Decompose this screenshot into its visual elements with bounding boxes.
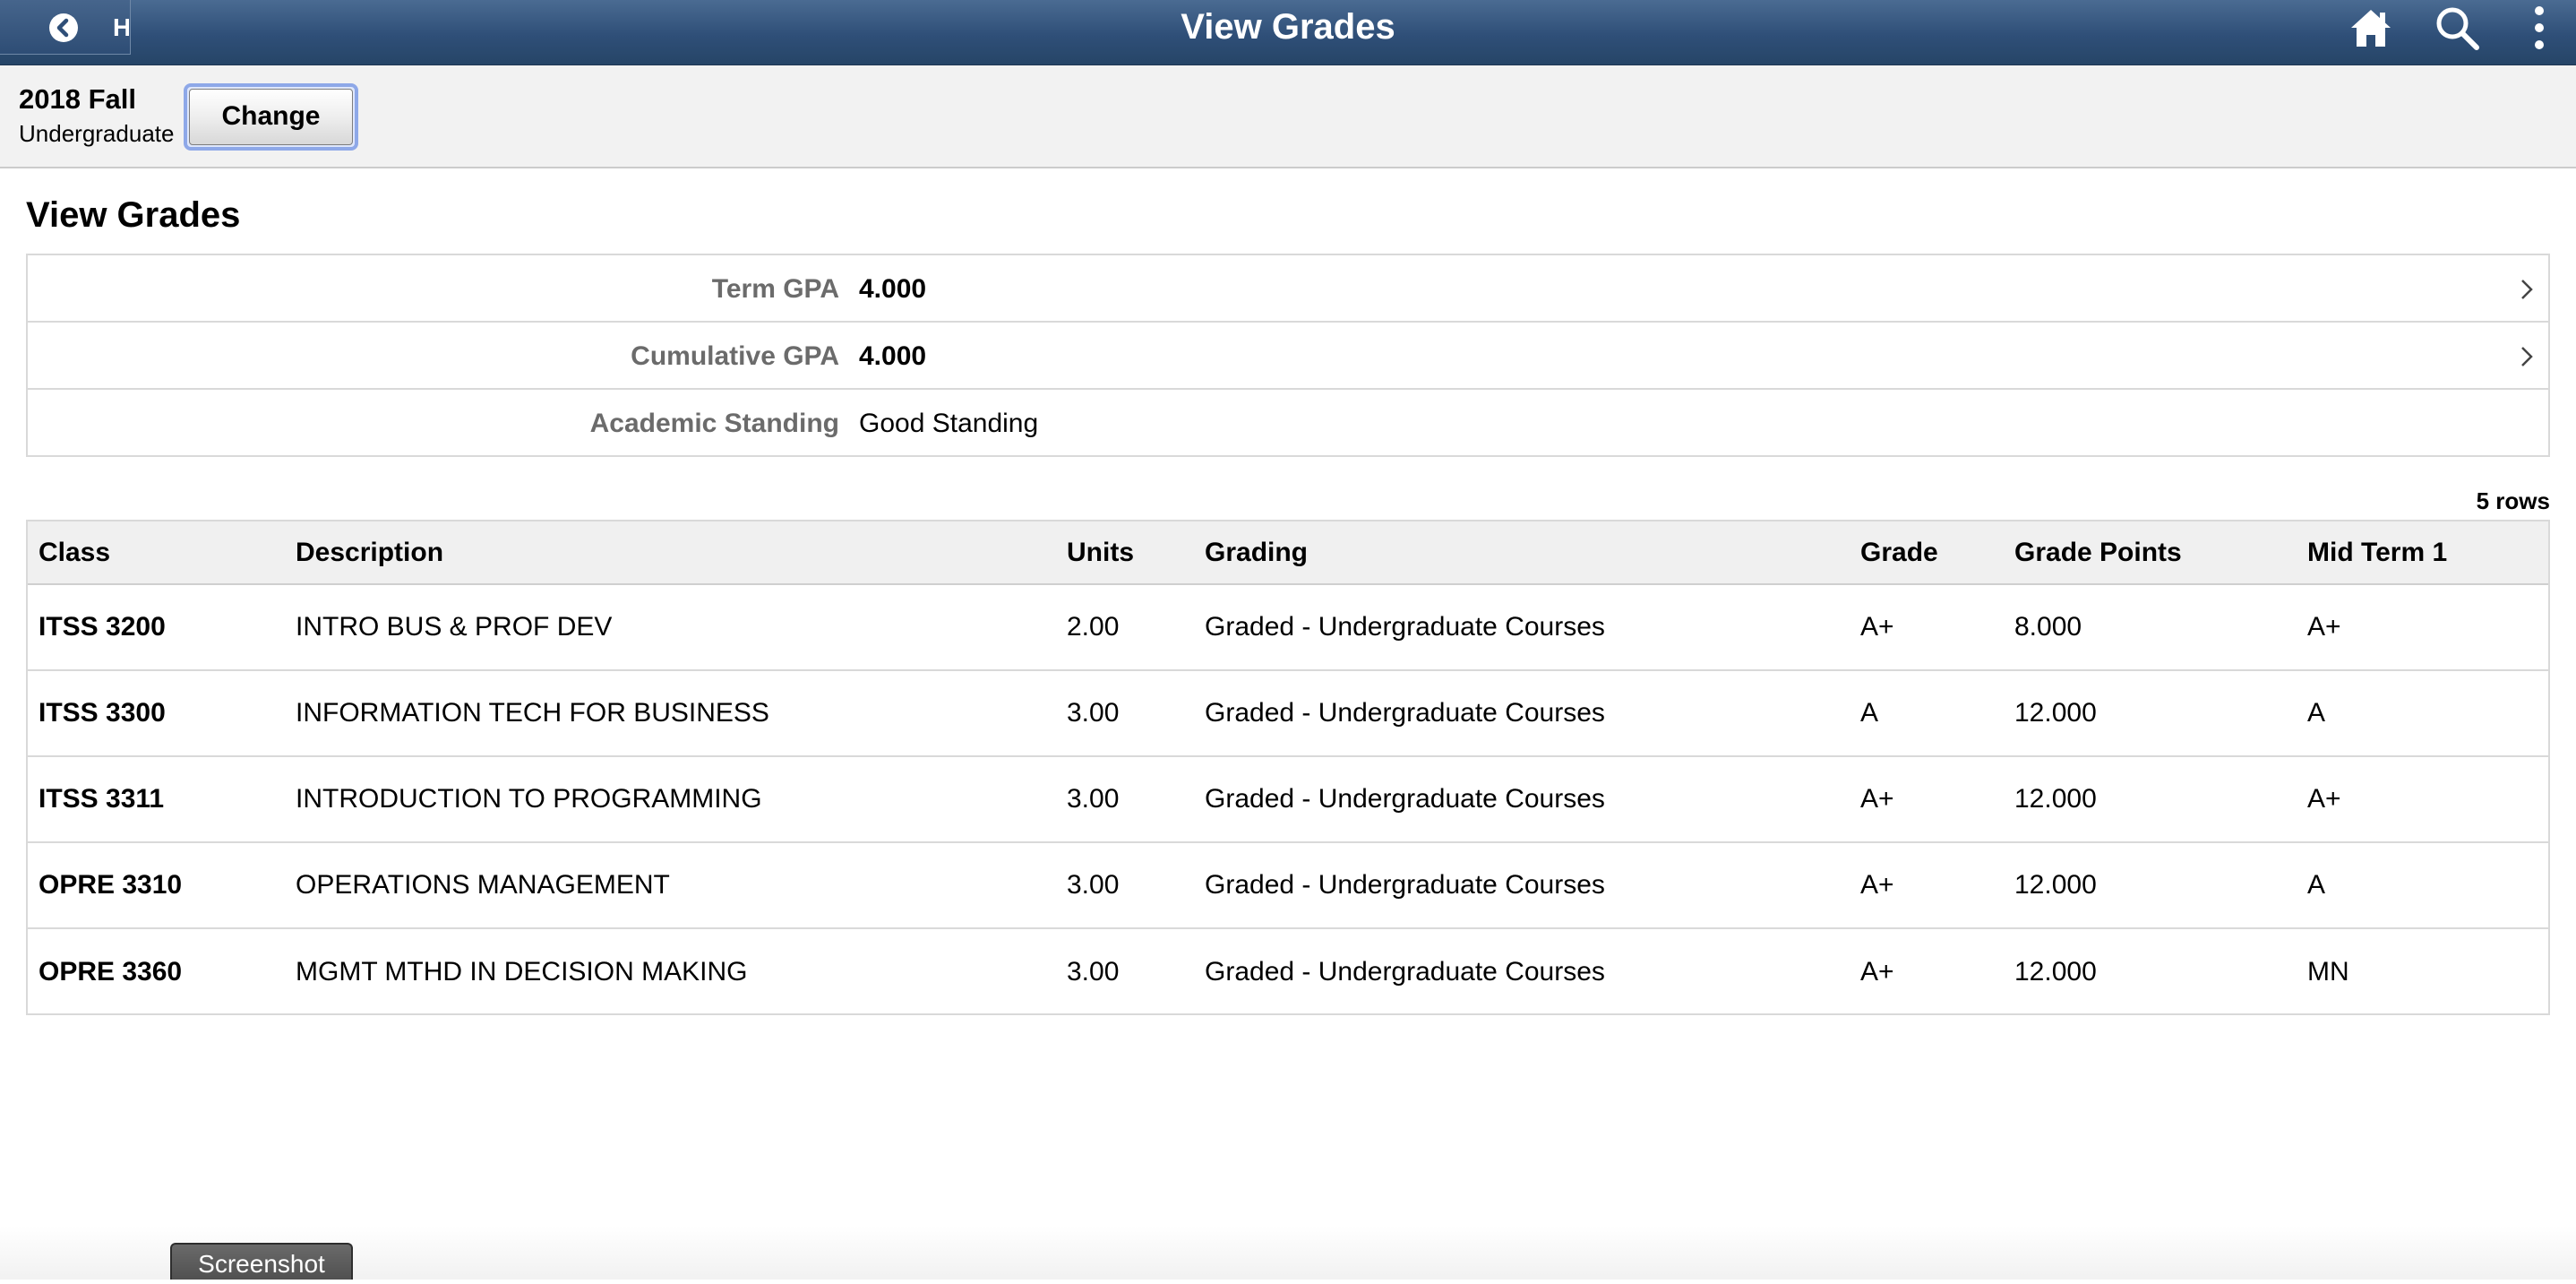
column-header[interactable]: Description bbox=[296, 521, 443, 583]
grading-cell: Graded - Undergraduate Courses bbox=[1205, 957, 1605, 987]
column-header[interactable]: Class bbox=[39, 521, 110, 583]
table-row[interactable]: OPRE 3310 OPERATIONS MANAGEMENT 3.00 Gra… bbox=[28, 843, 2548, 929]
description-cell: INTRODUCTION TO PROGRAMMING bbox=[296, 784, 762, 814]
class-cell: OPRE 3360 bbox=[39, 957, 183, 987]
description-cell: OPERATIONS MANAGEMENT bbox=[296, 870, 670, 900]
change-term-button-label: Change bbox=[189, 89, 353, 145]
column-header[interactable]: Grading bbox=[1205, 521, 1308, 583]
grade-points-cell: 12.000 bbox=[2014, 870, 2097, 900]
grade-points-cell: 12.000 bbox=[2014, 698, 2097, 728]
summary-label: Cumulative GPA bbox=[631, 341, 839, 371]
grade-cell: A+ bbox=[1860, 612, 1894, 642]
units-cell: 2.00 bbox=[1067, 612, 1120, 642]
class-cell: OPRE 3310 bbox=[39, 870, 183, 900]
back-button-label: H bbox=[113, 13, 129, 41]
page-header-title: View Grades bbox=[1181, 7, 1395, 47]
screenshot-button[interactable]: Screenshot bbox=[170, 1243, 353, 1280]
summary-row-academic-standing: Academic Standing Good Standing bbox=[28, 390, 2548, 457]
grading-cell: Graded - Undergraduate Courses bbox=[1205, 612, 1605, 642]
chevron-right-icon[interactable] bbox=[2518, 277, 2536, 302]
class-cell: ITSS 3300 bbox=[39, 698, 166, 728]
rows-count: 5 rows bbox=[2476, 487, 2550, 514]
description-cell: MGMT MTHD IN DECISION MAKING bbox=[296, 957, 748, 987]
grading-cell: Graded - Undergraduate Courses bbox=[1205, 698, 1605, 728]
search-icon[interactable] bbox=[2434, 5, 2481, 50]
grade-cell: A+ bbox=[1860, 957, 1894, 987]
bottom-shadow bbox=[0, 1226, 2576, 1280]
units-cell: 3.00 bbox=[1067, 784, 1120, 814]
column-header[interactable]: Mid Term 1 bbox=[2307, 521, 2447, 583]
column-header[interactable]: Grade Points bbox=[2014, 521, 2182, 583]
grades-table: Class Description Units Grading Grade Gr… bbox=[26, 520, 2550, 1015]
chevron-right-icon[interactable] bbox=[2518, 344, 2536, 369]
units-cell: 3.00 bbox=[1067, 698, 1120, 728]
grade-cell: A+ bbox=[1860, 784, 1894, 814]
table-row[interactable]: ITSS 3200 INTRO BUS & PROF DEV 2.00 Grad… bbox=[28, 585, 2548, 671]
table-row[interactable]: ITSS 3311 INTRODUCTION TO PROGRAMMING 3.… bbox=[28, 757, 2548, 843]
mid-term-cell: A bbox=[2307, 698, 2326, 728]
more-vertical-icon[interactable] bbox=[2528, 5, 2551, 50]
change-term-button[interactable]: Change bbox=[184, 83, 358, 151]
summary-row-cumulative-gpa[interactable]: Cumulative GPA 4.000 bbox=[28, 323, 2548, 390]
term-career: Undergraduate bbox=[19, 120, 175, 147]
class-cell: ITSS 3200 bbox=[39, 612, 166, 642]
grading-cell: Graded - Undergraduate Courses bbox=[1205, 870, 1605, 900]
mid-term-cell: A+ bbox=[2307, 784, 2341, 814]
grade-points-cell: 12.000 bbox=[2014, 957, 2097, 987]
summary-label: Academic Standing bbox=[589, 409, 839, 438]
gpa-summary: Term GPA 4.000 Cumulative GPA 4.000 Acad… bbox=[26, 254, 2550, 457]
units-cell: 3.00 bbox=[1067, 957, 1120, 987]
column-header[interactable]: Grade bbox=[1860, 521, 1938, 583]
class-cell: ITSS 3311 bbox=[39, 784, 165, 814]
column-header[interactable]: Units bbox=[1067, 521, 1134, 583]
page-title: View Grades bbox=[26, 195, 241, 235]
grade-points-cell: 8.000 bbox=[2014, 612, 2082, 642]
mid-term-cell: MN bbox=[2307, 957, 2349, 987]
term-name: 2018 Fall bbox=[19, 83, 136, 115]
grading-cell: Graded - Undergraduate Courses bbox=[1205, 784, 1605, 814]
description-cell: INTRO BUS & PROF DEV bbox=[296, 612, 613, 642]
table-row[interactable]: OPRE 3360 MGMT MTHD IN DECISION MAKING 3… bbox=[28, 929, 2548, 1015]
home-icon[interactable] bbox=[2348, 5, 2393, 50]
grade-cell: A bbox=[1860, 698, 1879, 728]
back-button[interactable]: H bbox=[0, 0, 131, 55]
grade-points-cell: 12.000 bbox=[2014, 784, 2097, 814]
summary-row-term-gpa[interactable]: Term GPA 4.000 bbox=[28, 255, 2548, 323]
table-row[interactable]: ITSS 3300 INFORMATION TECH FOR BUSINESS … bbox=[28, 671, 2548, 757]
description-cell: INFORMATION TECH FOR BUSINESS bbox=[296, 698, 769, 728]
units-cell: 3.00 bbox=[1067, 870, 1120, 900]
grade-cell: A+ bbox=[1860, 870, 1894, 900]
summary-value: 4.000 bbox=[859, 341, 927, 371]
back-arrow-icon bbox=[49, 13, 78, 42]
app-header: H View Grades bbox=[0, 0, 2576, 65]
mid-term-cell: A+ bbox=[2307, 612, 2341, 642]
term-bar: 2018 Fall Undergraduate Change bbox=[0, 65, 2576, 168]
summary-label: Term GPA bbox=[711, 274, 839, 304]
table-header: Class Description Units Grading Grade Gr… bbox=[28, 521, 2548, 585]
summary-value: Good Standing bbox=[859, 409, 1039, 438]
mid-term-cell: A bbox=[2307, 870, 2326, 900]
summary-value: 4.000 bbox=[859, 274, 927, 304]
